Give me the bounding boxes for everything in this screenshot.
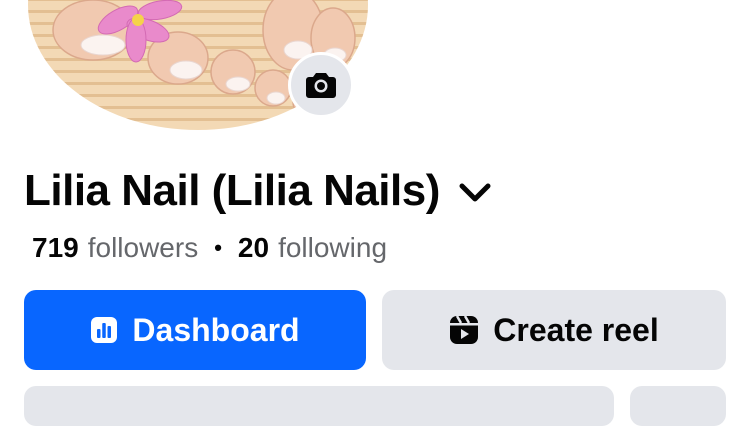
- profile-name-row: Lilia Nail (Lilia Nails): [24, 163, 492, 219]
- followers-label[interactable]: followers: [88, 230, 198, 266]
- followers-count[interactable]: 719: [32, 230, 79, 266]
- dashboard-icon: [90, 316, 118, 344]
- dashboard-button[interactable]: Dashboard: [24, 290, 366, 370]
- follow-stats: 719 followers • 20 following: [32, 230, 387, 266]
- following-count[interactable]: 20: [238, 230, 269, 266]
- secondary-action-button[interactable]: [24, 386, 614, 426]
- change-photo-button[interactable]: [288, 52, 354, 118]
- create-reel-label: Create reel: [493, 311, 659, 348]
- camera-icon: [306, 73, 336, 98]
- dashboard-label: Dashboard: [132, 311, 300, 348]
- following-label[interactable]: following: [278, 230, 387, 266]
- stats-separator: •: [214, 235, 222, 260]
- page-title: Lilia Nail (Lilia Nails): [24, 166, 440, 215]
- create-reel-button[interactable]: Create reel: [382, 290, 726, 370]
- more-options-button[interactable]: [630, 386, 726, 426]
- reel-icon: [449, 315, 479, 345]
- chevron-down-icon[interactable]: [458, 182, 492, 204]
